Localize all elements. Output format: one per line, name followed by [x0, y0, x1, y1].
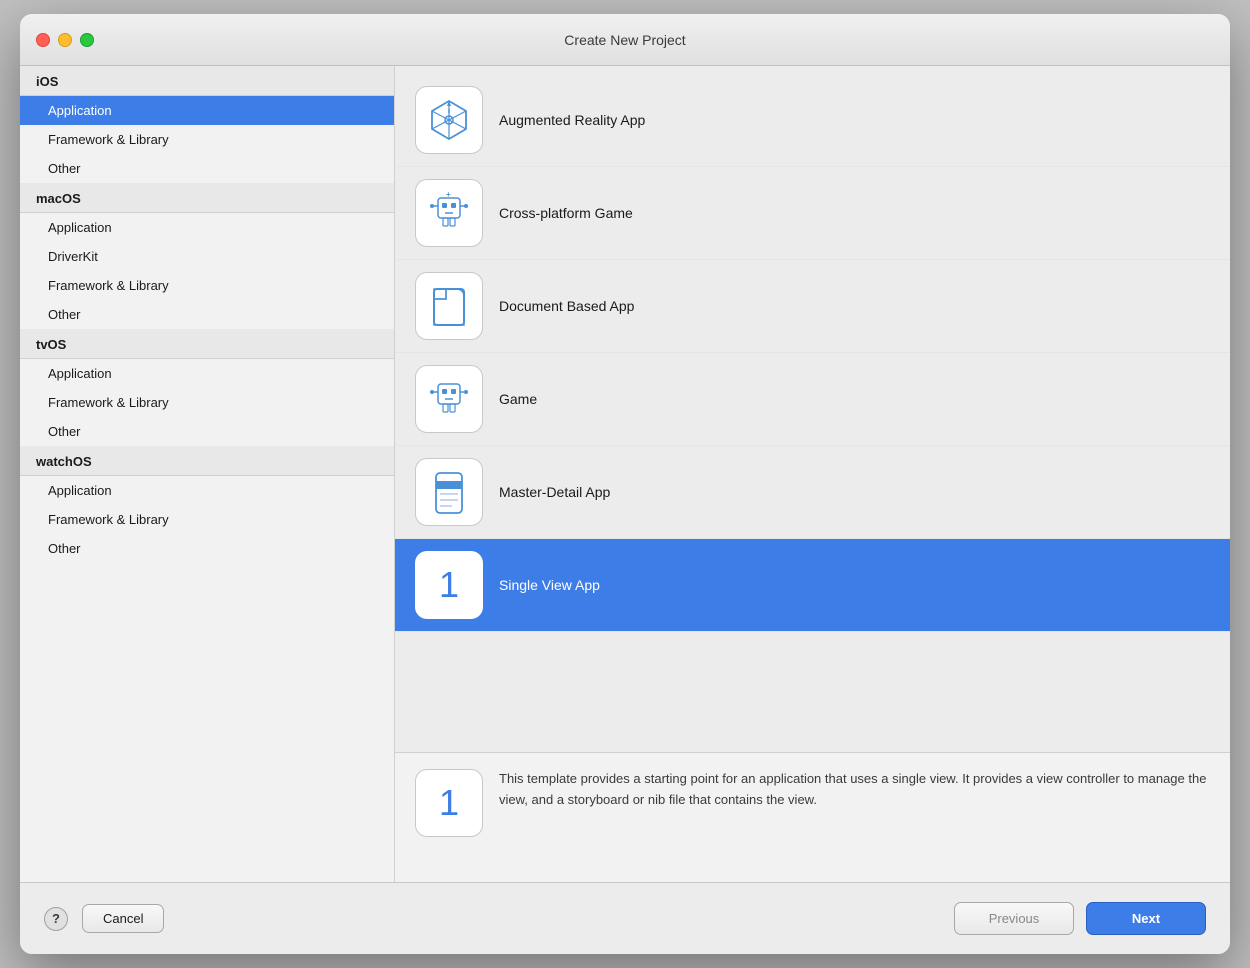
window-title: Create New Project: [564, 32, 685, 48]
single-view-name: Single View App: [499, 577, 600, 593]
game-name: Game: [499, 391, 537, 407]
sidebar-item-macos-framework[interactable]: Framework & Library: [20, 271, 394, 300]
template-item-ar-app[interactable]: Augmented Reality App: [395, 74, 1230, 167]
template-item-single-view[interactable]: 1 Single View App: [395, 539, 1230, 632]
minimize-button[interactable]: [58, 33, 72, 47]
sidebar-item-tvos-other[interactable]: Other: [20, 417, 394, 446]
sidebar-item-ios-other[interactable]: Other: [20, 154, 394, 183]
bottom-left-controls: ? Cancel: [44, 904, 164, 933]
sidebar-item-macos-other[interactable]: Other: [20, 300, 394, 329]
bottom-bar: ? Cancel Previous Next: [20, 882, 1230, 954]
main-content: iOS Application Framework & Library Othe…: [20, 66, 1230, 882]
title-bar: Create New Project: [20, 14, 1230, 66]
sidebar-item-ios-application[interactable]: Application: [20, 96, 394, 125]
create-new-project-window: Create New Project iOS Application Frame…: [20, 14, 1230, 954]
master-detail-name: Master-Detail App: [499, 484, 610, 500]
description-area: 1 This template provides a starting poin…: [395, 752, 1230, 882]
sidebar-item-watchos-framework[interactable]: Framework & Library: [20, 505, 394, 534]
description-text: This template provides a starting point …: [499, 769, 1210, 811]
sidebar-section-macos: macOS: [20, 183, 394, 213]
sidebar-item-watchos-application[interactable]: Application: [20, 476, 394, 505]
ar-app-icon: [415, 86, 483, 154]
sidebar-item-macos-driverkit[interactable]: DriverKit: [20, 242, 394, 271]
template-area: Augmented Reality App: [395, 66, 1230, 882]
template-list: Augmented Reality App: [395, 66, 1230, 752]
crossplatform-game-name: Cross-platform Game: [499, 205, 633, 221]
bottom-right-controls: Previous Next: [954, 902, 1206, 935]
sidebar-item-tvos-application[interactable]: Application: [20, 359, 394, 388]
help-button[interactable]: ?: [44, 907, 68, 931]
template-item-document-based[interactable]: Document Based App: [395, 260, 1230, 353]
sidebar-section-watchos: watchOS: [20, 446, 394, 476]
game-icon: [415, 365, 483, 433]
sidebar-item-macos-application[interactable]: Application: [20, 213, 394, 242]
sidebar-item-ios-framework[interactable]: Framework & Library: [20, 125, 394, 154]
description-icon: 1: [415, 769, 483, 837]
description-number: 1: [439, 782, 459, 824]
single-view-icon: 1: [415, 551, 483, 619]
previous-button[interactable]: Previous: [954, 902, 1074, 935]
traffic-lights: [36, 33, 94, 47]
sidebar: iOS Application Framework & Library Othe…: [20, 66, 395, 882]
template-item-crossplatform-game[interactable]: + Cross-platform Game: [395, 167, 1230, 260]
close-button[interactable]: [36, 33, 50, 47]
sidebar-item-tvos-framework[interactable]: Framework & Library: [20, 388, 394, 417]
sidebar-section-ios: iOS: [20, 66, 394, 96]
template-item-master-detail[interactable]: Master-Detail App: [395, 446, 1230, 539]
template-item-game[interactable]: Game: [395, 353, 1230, 446]
document-based-name: Document Based App: [499, 298, 634, 314]
crossplatform-game-icon: +: [415, 179, 483, 247]
next-button[interactable]: Next: [1086, 902, 1206, 935]
sidebar-item-watchos-other[interactable]: Other: [20, 534, 394, 563]
cancel-button[interactable]: Cancel: [82, 904, 164, 933]
single-view-number: 1: [439, 564, 459, 606]
sidebar-section-tvos: tvOS: [20, 329, 394, 359]
svg-text:+: +: [446, 190, 451, 199]
master-detail-icon: [415, 458, 483, 526]
maximize-button[interactable]: [80, 33, 94, 47]
ar-app-name: Augmented Reality App: [499, 112, 645, 128]
document-based-icon: [415, 272, 483, 340]
